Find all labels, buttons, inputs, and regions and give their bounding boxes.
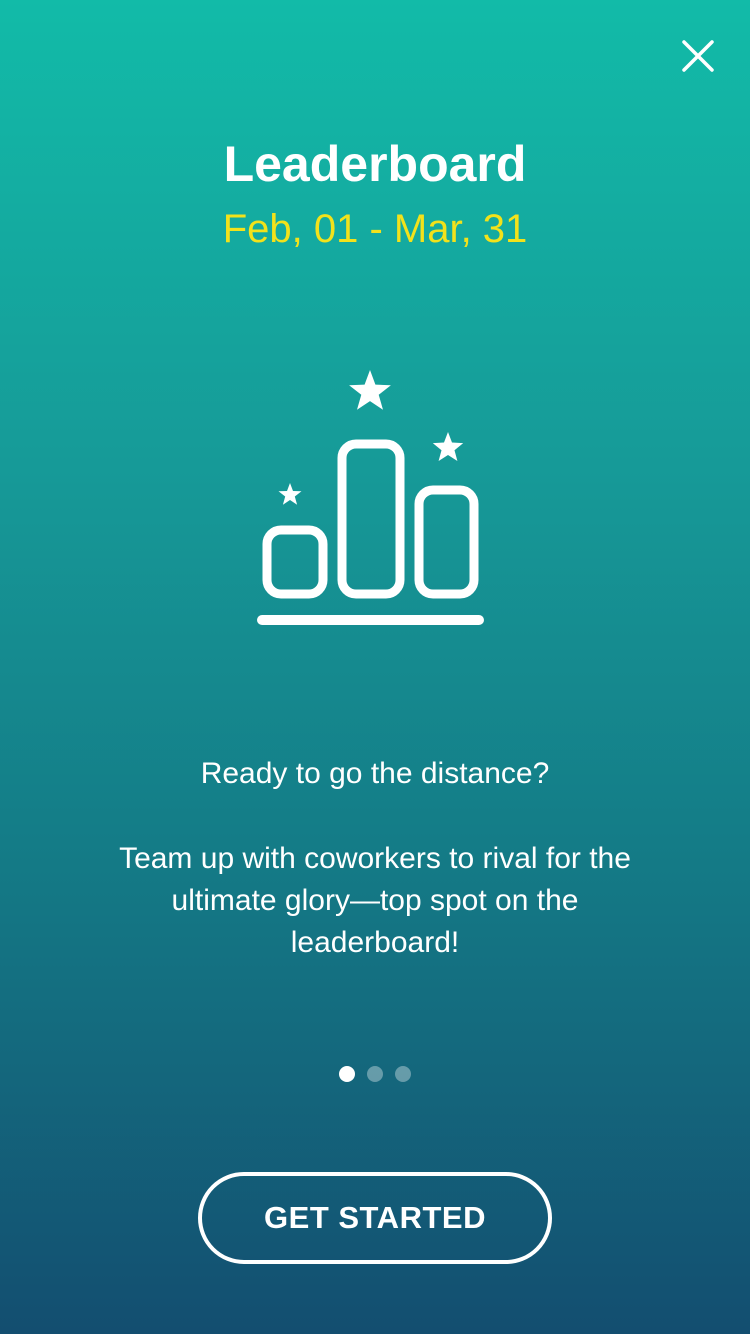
page-dot-1[interactable] — [339, 1066, 355, 1082]
page-dot-2[interactable] — [367, 1066, 383, 1082]
star-icon — [278, 483, 302, 505]
leaderboard-illustration — [245, 360, 505, 640]
close-button[interactable] — [676, 34, 720, 78]
leaderboard-podium-icon — [257, 370, 484, 625]
close-icon — [682, 40, 714, 72]
onboarding-screen: Leaderboard Feb, 01 - Mar, 31 Ready to g… — [0, 0, 750, 1334]
page-title: Leaderboard — [223, 136, 527, 192]
page-dot-3[interactable] — [395, 1066, 411, 1082]
star-icon — [432, 432, 464, 461]
date-range: Feb, 01 - Mar, 31 — [222, 207, 528, 251]
podium-bar-left — [262, 525, 328, 599]
get-started-button[interactable]: GET STARTED — [198, 1172, 552, 1264]
podium-bar-right — [414, 485, 479, 599]
page-indicator — [0, 1066, 750, 1082]
description-text: Team up with coworkers to rival for the … — [119, 842, 631, 959]
podium-bar-center — [337, 439, 405, 599]
star-icon — [349, 370, 391, 410]
headline-text: Ready to go the distance? — [200, 757, 550, 790]
